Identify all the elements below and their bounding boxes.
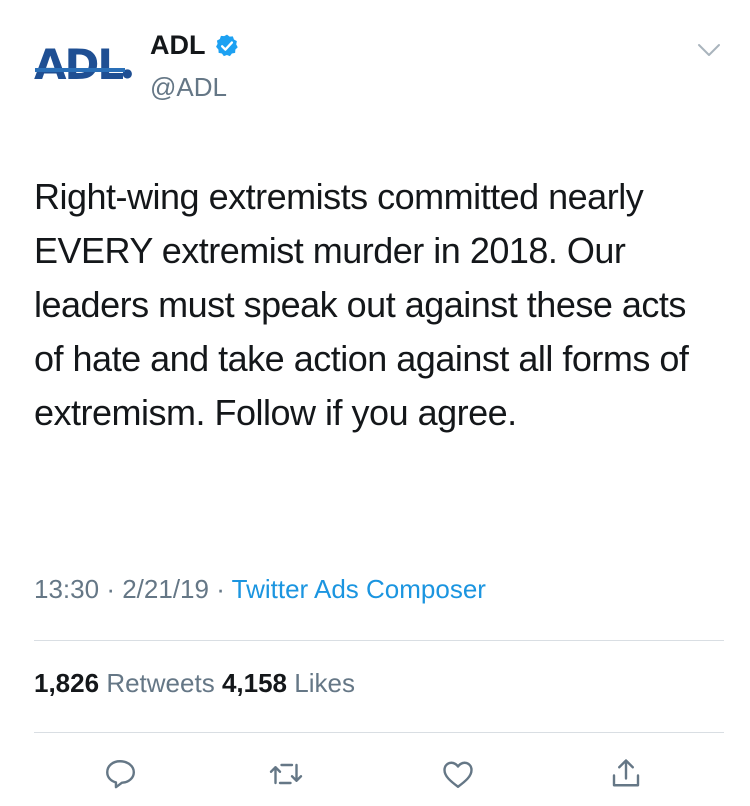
like-icon[interactable] bbox=[440, 756, 476, 792]
chevron-down-icon[interactable] bbox=[696, 40, 722, 60]
retweets-stat[interactable]: 1,826 Retweets bbox=[34, 668, 215, 698]
tweet-header: ADL● ADL @ADL bbox=[0, 0, 750, 130]
tweet-actions bbox=[0, 752, 750, 796]
divider bbox=[34, 732, 724, 733]
tweet-date[interactable]: 2/21/19 bbox=[122, 574, 209, 604]
logo-underline bbox=[35, 68, 125, 72]
likes-label: Likes bbox=[294, 668, 355, 698]
meta-separator: · bbox=[216, 574, 225, 604]
author-handle[interactable]: @ADL bbox=[150, 72, 227, 103]
adl-logo[interactable]: ADL● bbox=[34, 44, 133, 86]
likes-count: 4,158 bbox=[221, 668, 288, 698]
tweet-stats: 1,826 Retweets 4,158 Likes bbox=[34, 668, 355, 699]
divider bbox=[34, 640, 724, 641]
reply-icon[interactable] bbox=[102, 756, 138, 792]
likes-stat[interactable]: 4,158 Likes bbox=[222, 668, 355, 698]
verified-badge-icon bbox=[215, 34, 238, 56]
logo-text: ADL bbox=[34, 40, 124, 89]
tweet-source-link[interactable]: Twitter Ads Composer bbox=[232, 574, 486, 604]
author-name-row[interactable]: ADL bbox=[150, 30, 240, 61]
tweet-time[interactable]: 13:30 bbox=[34, 574, 99, 604]
meta-separator: · bbox=[106, 574, 115, 604]
share-icon[interactable] bbox=[608, 756, 644, 792]
tweet-text: Right-wing extremists committed nearly E… bbox=[34, 176, 689, 433]
retweet-icon[interactable] bbox=[268, 756, 304, 792]
retweets-count: 1,826 bbox=[34, 668, 100, 698]
tweet-meta: 13:30 · 2/21/19 · Twitter Ads Composer bbox=[34, 574, 486, 605]
retweets-label: Retweets bbox=[106, 668, 215, 698]
author-name[interactable]: ADL bbox=[150, 30, 206, 61]
